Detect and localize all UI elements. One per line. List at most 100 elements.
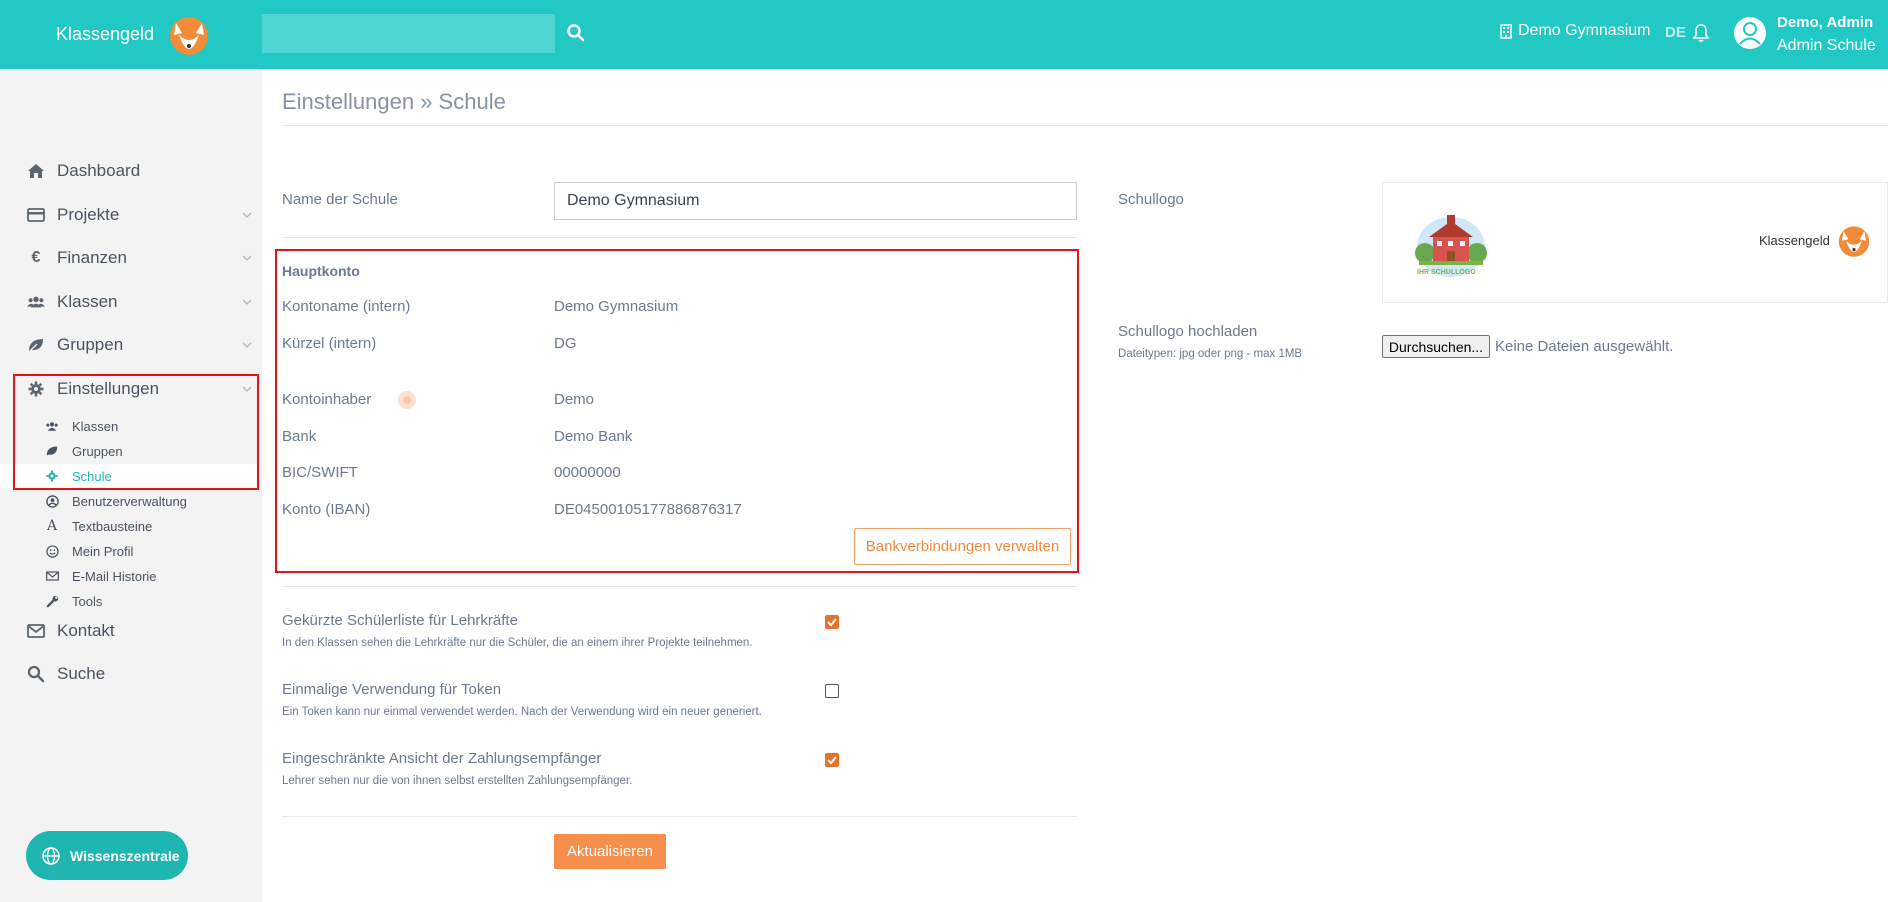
check-icon	[827, 618, 837, 627]
divider	[282, 237, 1077, 238]
home-icon	[27, 162, 45, 180]
file-status: Keine Dateien ausgewählt.	[1495, 338, 1674, 355]
option-description: In den Klassen sehen die Lehrkräfte nur …	[282, 637, 753, 649]
school-logo-preview: IHR SCHULLOGO Klassengeld	[1382, 182, 1888, 303]
page-title: Einstellungen » Schule	[282, 89, 506, 114]
account-row-value: Demo Gymnasium	[554, 298, 679, 315]
envelope-icon	[27, 622, 45, 640]
sidebar-item-dashboard[interactable]: Dashboard	[0, 151, 262, 191]
account-section-title: Hauptkonto	[282, 263, 360, 279]
sidebar-subitem-schule[interactable]: Schule	[0, 464, 258, 488]
building-icon	[1500, 23, 1512, 39]
account-row-value: DG	[554, 335, 577, 352]
account-row-value: Demo Bank	[554, 428, 633, 445]
brand-logo[interactable]: Klassengeld	[56, 14, 214, 55]
sidebar-subitem-mein-profil[interactable]: Mein Profil	[0, 539, 258, 563]
file-browse-button[interactable]: Durchsuchen...	[1382, 335, 1490, 358]
sidebar-item-label: Klassen	[57, 292, 118, 311]
chevron-down-icon	[242, 386, 252, 392]
sidebar-subitem-label: Klassen	[72, 418, 119, 434]
sidebar-subitem-benutzerverwaltung[interactable]: Benutzerverwaltung	[0, 489, 258, 513]
check-icon	[827, 756, 837, 765]
logo-placeholder-caption: IHR SCHULLOGO	[1417, 269, 1476, 276]
knowledge-center-label: Wissenszentrale	[70, 847, 180, 864]
sidebar: Dashboard Projekte € Finanzen Klassen Gr…	[0, 69, 262, 902]
option-title: Gekürzte Schülerliste für Lehrkräfte	[282, 612, 518, 629]
sidebar-item-label: Einstellungen	[57, 379, 160, 398]
single-use-token-checkbox[interactable]	[825, 684, 839, 698]
euro-icon: €	[31, 249, 41, 266]
user-name: Demo, Admin	[1777, 14, 1874, 31]
sidebar-subitem-email-historie[interactable]: E-Mail Historie	[0, 564, 258, 588]
knowledge-center-button[interactable]: Wissenszentrale	[26, 831, 188, 880]
short-student-list-checkbox[interactable]	[825, 615, 839, 629]
sidebar-subitem-label: Benutzerverwaltung	[72, 493, 187, 509]
sidebar-subitem-tools[interactable]: Tools	[0, 589, 258, 613]
avatar[interactable]	[1733, 16, 1767, 50]
fox-logo-icon	[1838, 226, 1870, 257]
option-description: Ein Token kann nur einmal verwendet werd…	[282, 706, 762, 718]
logo-upload-hint: Dateitypen: jpg oder png - max 1MB	[1118, 348, 1303, 360]
school-name: Demo Gymnasium	[1518, 22, 1651, 39]
brand-mark-text: Klassengeld	[1759, 232, 1830, 248]
leaf-icon	[45, 444, 59, 458]
loading-indicator	[398, 391, 416, 409]
sidebar-item-gruppen[interactable]: Gruppen	[0, 325, 262, 365]
sidebar-subitem-label: E-Mail Historie	[72, 568, 157, 584]
sidebar-item-suche[interactable]: Suche	[0, 654, 262, 694]
account-row-label: Konto (IBAN)	[282, 501, 371, 518]
sidebar-item-kontakt[interactable]: Kontakt	[0, 611, 262, 651]
sidebar-item-label: Gruppen	[57, 335, 124, 354]
sidebar-item-finanzen[interactable]: € Finanzen	[0, 238, 262, 278]
sidebar-item-label: Suche	[57, 664, 106, 683]
sidebar-subitem-gruppen[interactable]: Gruppen	[0, 439, 258, 463]
school-name-label: Name der Schule	[282, 191, 398, 208]
gear-icon	[27, 380, 45, 398]
account-row-label: Bank	[282, 428, 317, 445]
users-icon	[45, 419, 59, 433]
divider	[282, 816, 1077, 817]
search-icon[interactable]	[566, 23, 586, 43]
restricted-payee-view-checkbox[interactable]	[825, 753, 839, 767]
account-row-value: Demo	[554, 391, 595, 408]
update-button[interactable]: Aktualisieren	[554, 834, 666, 869]
chevron-down-icon	[242, 255, 252, 261]
account-row-value: 00000000	[554, 464, 621, 481]
leaf-icon	[27, 336, 45, 354]
sidebar-subitem-label: Tools	[72, 593, 103, 609]
search-icon	[27, 665, 45, 683]
divider	[282, 125, 1888, 126]
account-row-label: Kontoname (intern)	[282, 298, 411, 315]
sidebar-item-klassen[interactable]: Klassen	[0, 282, 262, 322]
users-icon	[27, 293, 45, 311]
sidebar-item-label: Kontakt	[57, 621, 115, 640]
wrench-icon	[45, 594, 59, 608]
language-switcher[interactable]: DE	[1665, 24, 1686, 41]
school-switcher[interactable]: Demo Gymnasium	[1500, 22, 1650, 40]
smile-icon	[45, 544, 59, 558]
search-input[interactable]	[262, 14, 555, 53]
user-menu[interactable]: Demo, Admin Admin Schule	[1777, 14, 1876, 55]
sidebar-subitem-klassen[interactable]: Klassen	[0, 414, 258, 438]
top-bar: Klassengeld Demo Gymnasium DE Demo, Admi…	[0, 0, 1888, 69]
fox-logo-icon	[170, 17, 209, 55]
brand-name: Klassengeld	[56, 23, 155, 44]
chevron-down-icon	[242, 299, 252, 305]
user-circle-icon	[45, 494, 59, 508]
manage-bank-accounts-button[interactable]: Bankverbindungen verwalten	[854, 528, 1071, 565]
sidebar-subitem-label: Schule	[72, 468, 112, 484]
account-row-label: Kontoinhaber	[282, 391, 372, 408]
school-name-input[interactable]	[554, 182, 1077, 220]
option-title: Einmalige Verwendung für Token	[282, 681, 502, 698]
sidebar-item-projekte[interactable]: Projekte	[0, 195, 262, 235]
envelope-icon	[45, 569, 59, 583]
sidebar-subitem-textbausteine[interactable]: A Textbausteine	[0, 514, 258, 538]
globe-icon	[42, 846, 60, 865]
account-row-value: DE04500105177886876317	[554, 501, 742, 518]
sidebar-item-label: Finanzen	[57, 248, 127, 267]
gear-icon	[45, 469, 59, 483]
chevron-down-icon	[242, 212, 252, 218]
sidebar-item-einstellungen[interactable]: Einstellungen	[0, 369, 262, 409]
sidebar-item-label: Projekte	[57, 205, 120, 224]
bell-icon[interactable]	[1692, 23, 1710, 43]
